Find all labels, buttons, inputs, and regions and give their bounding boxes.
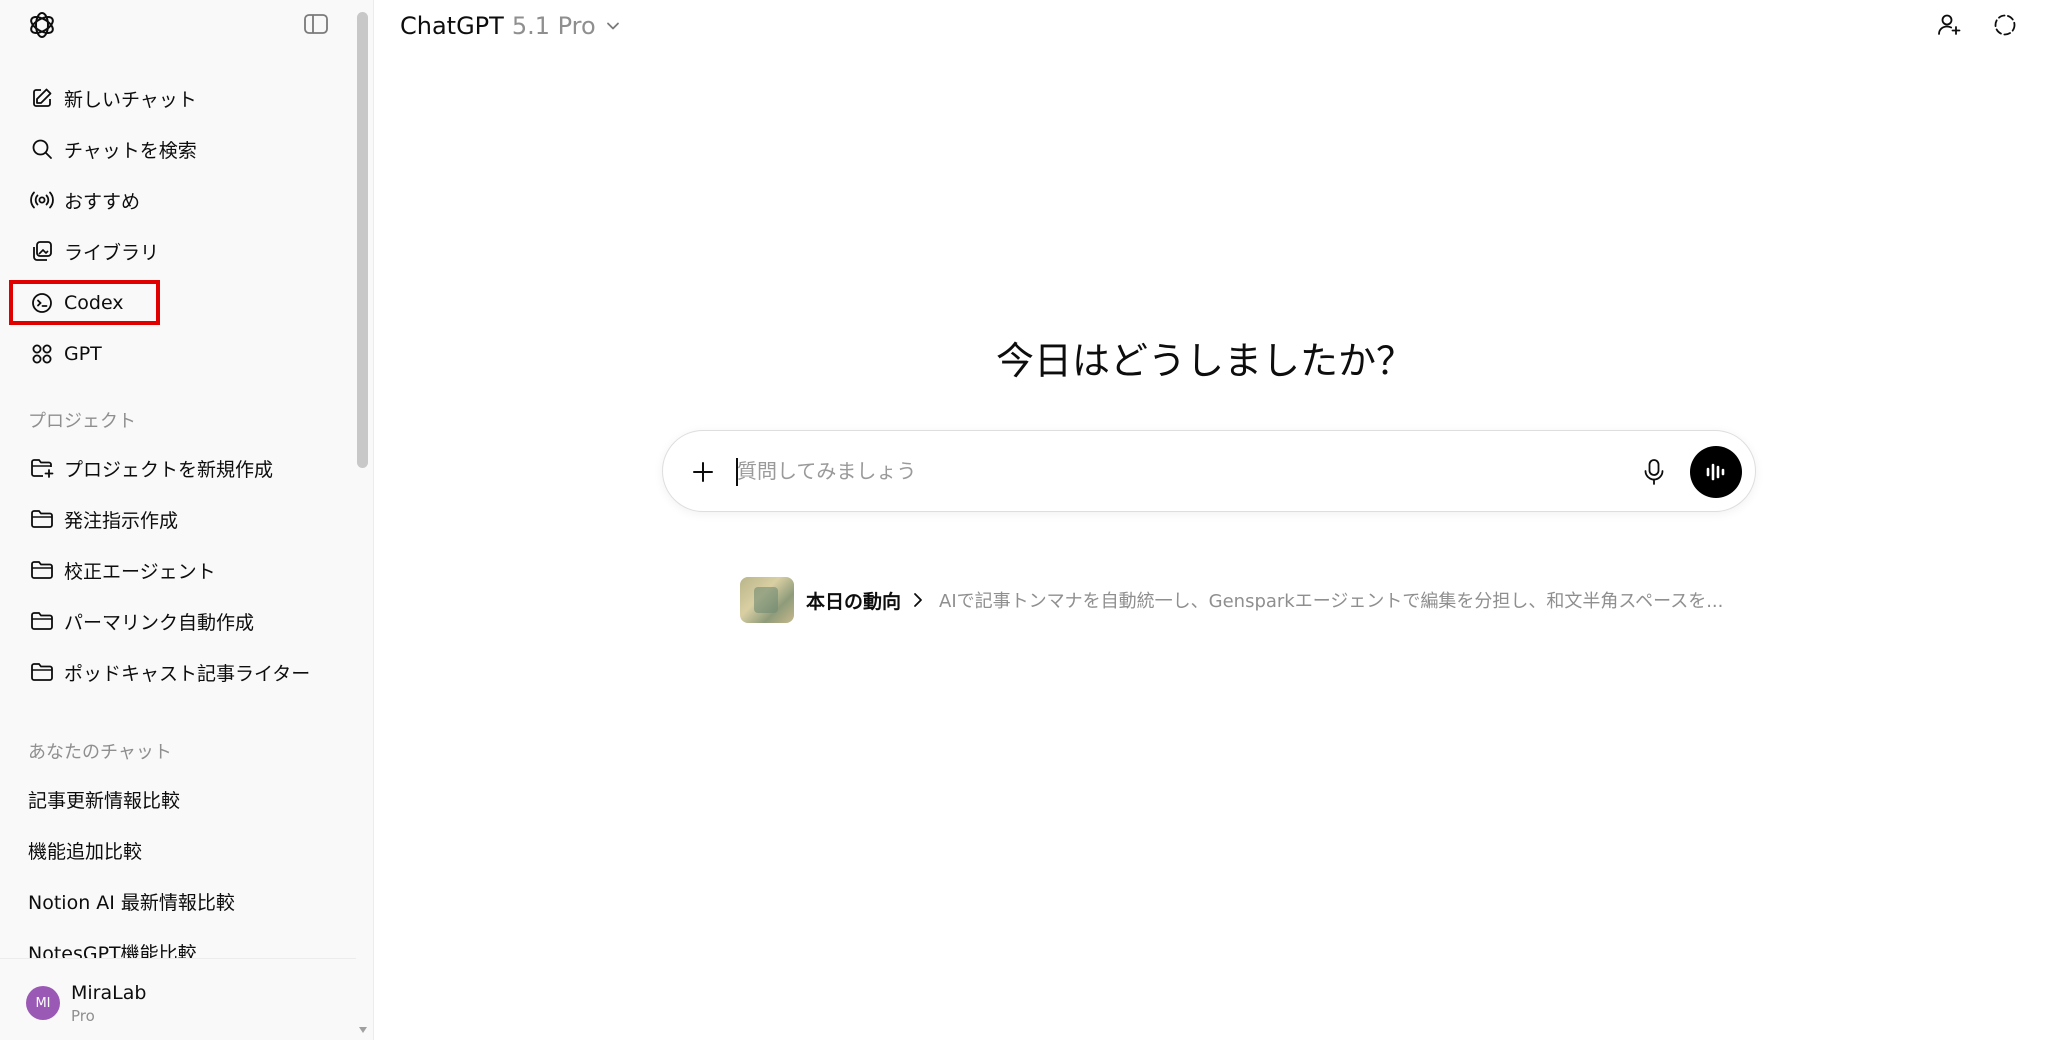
nav-label: おすすめ xyxy=(64,190,141,213)
sidebar-toggle-icon[interactable] xyxy=(302,12,330,36)
temporary-chat-button[interactable] xyxy=(1990,10,2020,40)
add-people-button[interactable] xyxy=(1934,10,1964,40)
openai-logo-icon[interactable] xyxy=(26,9,58,41)
codex-icon xyxy=(28,289,56,317)
codex-button[interactable]: Codex xyxy=(12,280,342,326)
project-label: パーマリンク自動作成 xyxy=(64,611,255,634)
project-item[interactable]: ポッドキャスト記事ライター xyxy=(12,649,342,695)
temporary-chat-icon xyxy=(1994,14,2016,36)
new-project-button[interactable]: プロジェクトを新規作成 xyxy=(12,445,342,491)
message-input[interactable] xyxy=(737,449,1597,493)
project-item[interactable]: 校正エージェント xyxy=(12,547,342,593)
new-chat-icon xyxy=(28,84,56,112)
chat-history-item[interactable]: 記事更新情報比較 xyxy=(28,786,180,813)
folder-icon xyxy=(28,556,56,584)
grid-icon xyxy=(28,340,56,368)
project-item[interactable]: 発注指示作成 xyxy=(12,496,342,542)
nav-label: 新しいチャット xyxy=(64,88,197,111)
gpts-button[interactable]: GPT xyxy=(12,331,342,377)
scroll-down-arrow-icon[interactable] xyxy=(358,1026,368,1034)
voice-waveform-icon xyxy=(1706,463,1725,481)
nav-label: ライブラリ xyxy=(64,241,160,264)
folder-icon xyxy=(28,505,56,533)
project-label: 校正エージェント xyxy=(64,560,216,583)
new-folder-icon xyxy=(28,454,56,482)
model-name: 5.1 Pro xyxy=(511,12,596,40)
search-icon xyxy=(28,135,56,163)
project-label: 発注指示作成 xyxy=(64,509,179,532)
new-chat-button[interactable]: 新しいチャット xyxy=(12,75,342,121)
search-chats-button[interactable]: チャットを検索 xyxy=(12,126,342,172)
nav-label: Codex xyxy=(64,292,124,314)
project-item[interactable]: パーマリンク自動作成 xyxy=(12,598,342,644)
user-plan: Pro xyxy=(71,1007,95,1025)
add-person-icon xyxy=(1938,14,1961,35)
chats-section-label: あなたのチャット xyxy=(28,742,172,763)
chat-history-item[interactable]: 機能追加比較 xyxy=(28,837,142,864)
avatar: MI xyxy=(26,986,60,1020)
chevron-down-icon xyxy=(606,22,619,30)
project-label: プロジェクトを新規作成 xyxy=(64,458,274,481)
folder-icon xyxy=(28,658,56,686)
sidebar: 新しいチャット チャットを検索 おすすめ ライブラリ Codex GPT プロジ… xyxy=(0,0,374,1040)
add-attachment-icon[interactable] xyxy=(689,458,717,486)
user-name: MiraLab xyxy=(71,982,147,1004)
microphone-icon[interactable] xyxy=(1639,456,1669,488)
library-icon xyxy=(28,237,56,265)
nav-label: チャットを検索 xyxy=(64,139,197,162)
composer xyxy=(662,430,1756,512)
app-window: 新しいチャット チャットを検索 おすすめ ライブラリ Codex GPT プロジ… xyxy=(0,0,2048,1040)
projects-section-label: プロジェクト xyxy=(28,411,136,432)
greeting-heading: 今日はどうしましたか？ xyxy=(995,339,1414,383)
trend-summary: AIで記事トンマナを自動統一し、Gensparkエージェントで編集を分担し、和文… xyxy=(939,591,1724,612)
sidebar-scrollbar[interactable] xyxy=(357,12,368,468)
daily-trend-link[interactable]: 本日の動向 AIで記事トンマナを自動統一し、Gensparkエージェントで編集を… xyxy=(740,576,1723,624)
user-profile-button[interactable]: MI MiraLab Pro xyxy=(0,958,356,1040)
nav-label: GPT xyxy=(64,343,102,365)
sidebar-header xyxy=(0,0,373,60)
trend-thumbnail xyxy=(740,577,794,623)
trend-title: 本日の動向 xyxy=(806,590,902,613)
chat-history-item[interactable]: Notion AI 最新情報比較 xyxy=(28,888,235,915)
broadcast-icon xyxy=(28,186,56,214)
project-label: ポッドキャスト記事ライター xyxy=(64,662,311,685)
library-button[interactable]: ライブラリ xyxy=(12,228,342,274)
voice-mode-button[interactable] xyxy=(1690,446,1742,498)
recommendations-button[interactable]: おすすめ xyxy=(12,177,342,223)
model-selector[interactable]: ChatGPT 5.1 Pro xyxy=(400,10,622,42)
app-title: ChatGPT xyxy=(400,12,504,40)
chevron-right-icon xyxy=(914,593,922,607)
folder-icon xyxy=(28,607,56,635)
